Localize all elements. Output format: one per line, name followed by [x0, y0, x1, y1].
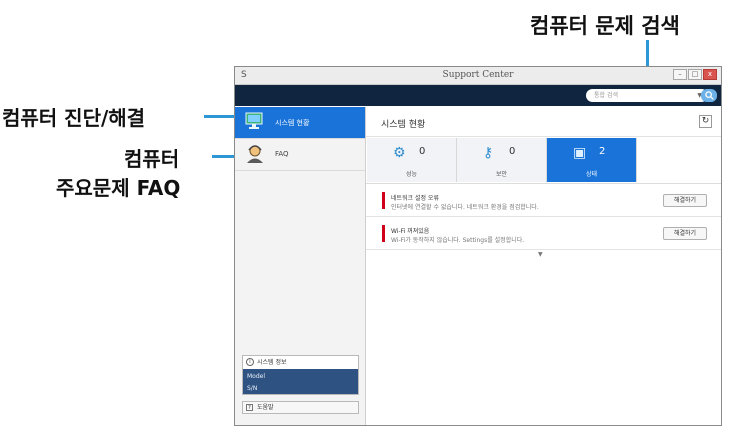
system-info-panel: i 시스템 정보 Model S/N [242, 355, 359, 395]
gears-icon: ⚙ [393, 145, 406, 161]
search-bar: 통합 검색 ▼ [235, 85, 721, 106]
search-input[interactable]: 통합 검색 ▼ [586, 89, 708, 102]
minimize-button[interactable]: – [673, 69, 687, 80]
tile-count: 2 [599, 146, 606, 157]
list-item: 네트워크 설정 오류 인터넷에 연결할 수 없습니다. 네트워크 환경을 점검합… [366, 184, 721, 217]
alert-list: 네트워크 설정 오류 인터넷에 연결할 수 없습니다. 네트워크 환경을 점검합… [366, 183, 721, 250]
alert-severity-bar [382, 225, 385, 242]
main-header: 시스템 현황 ↻ [366, 107, 721, 137]
alert-description: Wi-Fi가 동작하지 않습니다. Settings를 설정합니다. [391, 237, 525, 244]
faq-person-icon [244, 144, 266, 164]
fix-button[interactable]: 해결하기 [663, 227, 707, 240]
callout-faq-line2: 주요문제 FAQ [56, 176, 181, 200]
sidebar-item-label: 시스템 현황 [275, 119, 310, 127]
alert-severity-bar [382, 192, 385, 209]
callout-search: 컴퓨터 문제 검색 [530, 14, 680, 38]
list-item: Wi-Fi 꺼져있음 Wi-Fi가 동작하지 않습니다. Settings를 설… [366, 217, 721, 250]
refresh-icon: ↻ [701, 116, 710, 126]
page-title: 시스템 현황 [381, 120, 426, 130]
refresh-button[interactable]: ↻ [699, 115, 712, 128]
serial-label: S/N [247, 385, 258, 392]
system-info-values: Model S/N [243, 369, 358, 394]
alert-title: Wi-Fi 꺼져있음 [391, 228, 430, 235]
callout-diagnose: 컴퓨터 진단/해결 [2, 106, 146, 130]
tile-status[interactable]: ▣ 2 상태 [547, 138, 637, 182]
tile-label: 보안 [495, 171, 508, 178]
info-icon: i [246, 358, 254, 366]
status-tiles: ⚙ 0 성능 ⚷ 0 보안 ▣ 2 상태 [367, 138, 637, 182]
alert-title: 네트워크 설정 오류 [391, 195, 439, 202]
monitor-icon [244, 112, 266, 132]
title-bar: S Support Center – □ x [235, 67, 721, 85]
system-info-heading: i 시스템 정보 [243, 356, 358, 369]
window-controls: – □ x [673, 69, 717, 80]
help-icon: ? [246, 404, 253, 411]
expand-more-icon[interactable]: ▼ [538, 251, 543, 258]
main-panel: 시스템 현황 ↻ ⚙ 0 성능 ⚷ 0 보안 ▣ 2 상태 네트워크 설정 오류… [366, 107, 721, 425]
alert-description: 인터넷에 연결할 수 없습니다. 네트워크 환경을 점검합니다. [391, 204, 539, 211]
tile-count: 0 [509, 146, 516, 157]
sidebar: 시스템 현황 FAQ i 시스템 정보 Model S/N ? 도움말 [235, 107, 366, 425]
maximize-button[interactable]: □ [688, 69, 702, 80]
search-icon [704, 91, 714, 100]
security-key-icon: ⚷ [483, 145, 494, 161]
fix-button[interactable]: 해결하기 [663, 194, 707, 207]
sidebar-item-system-status[interactable]: 시스템 현황 [235, 107, 365, 139]
status-monitor-icon: ▣ [573, 145, 587, 161]
help-label: 도움말 [257, 404, 274, 411]
sidebar-item-faq[interactable]: FAQ [235, 139, 365, 171]
tile-label: 상태 [585, 171, 598, 178]
model-label: Model [247, 373, 266, 380]
system-info-heading-label: 시스템 정보 [257, 359, 287, 366]
search-placeholder: 통합 검색 [594, 92, 618, 99]
window-title: Support Center [442, 70, 514, 80]
support-center-window: S Support Center – □ x 통합 검색 ▼ 시스템 현황 FA… [234, 66, 722, 426]
help-button[interactable]: ? 도움말 [242, 401, 359, 414]
search-button[interactable] [701, 89, 717, 102]
tile-count: 0 [419, 146, 426, 157]
tile-performance[interactable]: ⚙ 0 성능 [367, 138, 457, 182]
tile-label: 성능 [405, 171, 418, 178]
sidebar-item-label: FAQ [275, 150, 289, 158]
callout-faq-line1: 컴퓨터 [124, 147, 180, 171]
tile-security[interactable]: ⚷ 0 보안 [457, 138, 547, 182]
close-button[interactable]: x [703, 69, 717, 80]
